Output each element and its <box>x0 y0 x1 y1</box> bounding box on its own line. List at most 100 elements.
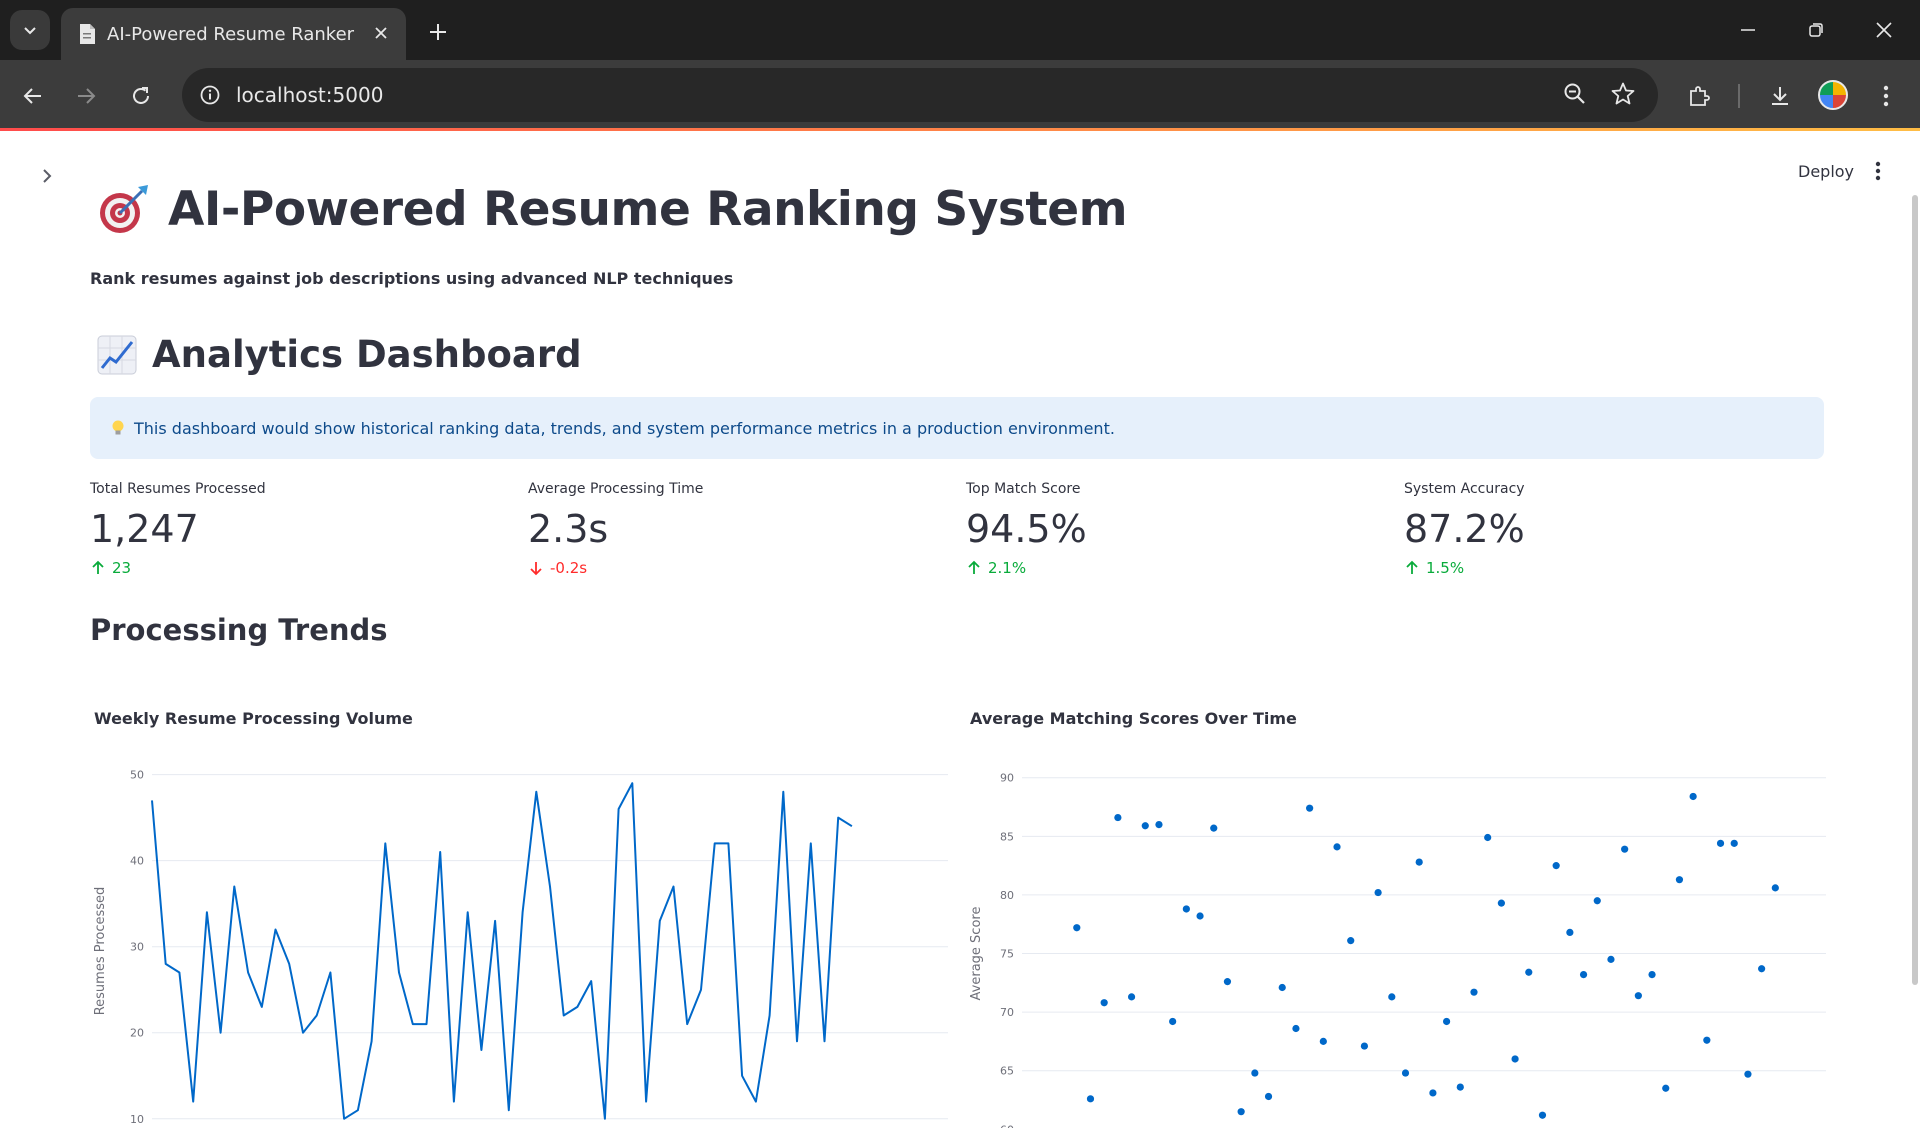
reload-button[interactable] <box>121 76 161 116</box>
address-bar[interactable]: localhost:5000 <box>182 68 1658 122</box>
bookmark-star-icon[interactable] <box>1610 81 1636 112</box>
data-point <box>1415 858 1423 866</box>
scatter-chart-title: Average Matching Scores Over Time <box>970 709 1297 728</box>
back-button[interactable] <box>13 76 53 116</box>
data-point <box>1593 897 1601 905</box>
download-icon <box>1772 87 1788 105</box>
data-point <box>1552 862 1560 870</box>
page-title-text: AI-Powered Resume Ranking System <box>168 181 1128 237</box>
data-point <box>1169 1017 1177 1026</box>
metric-delta: 2.1% <box>966 559 1366 577</box>
close-window-button[interactable] <box>1862 12 1906 48</box>
profile-avatar[interactable] <box>1818 80 1848 110</box>
browser-menu-button[interactable] <box>1866 76 1906 116</box>
data-point <box>1538 1111 1547 1119</box>
zoom-icon[interactable] <box>1562 81 1588 112</box>
y-tick-label: 80 <box>1000 889 1014 902</box>
data-point <box>1607 955 1615 963</box>
data-point <box>1360 1042 1369 1050</box>
document-icon <box>78 23 96 50</box>
metric-top-match-score: Top Match Score 94.5% 2.1% <box>966 481 1366 577</box>
metric-delta-text: 1.5% <box>1426 559 1465 577</box>
data-point <box>1744 1070 1752 1078</box>
data-point <box>1716 839 1725 847</box>
data-point <box>1401 1069 1410 1077</box>
lightbulb-icon <box>112 420 124 435</box>
y-tick-label: 50 <box>130 769 144 782</box>
page-title: AI-Powered Resume Ranking System <box>96 181 1128 237</box>
dashboard-heading-text: Analytics Dashboard <box>152 333 582 376</box>
data-point <box>1333 843 1341 851</box>
metric-delta: 1.5% <box>1404 559 1804 577</box>
app-menu-button[interactable] <box>1866 157 1890 185</box>
more-vertical-icon <box>1875 161 1881 181</box>
data-point <box>1648 970 1656 979</box>
line-chart-title: Weekly Resume Processing Volume <box>94 709 413 728</box>
y-tick-label: 60 <box>1000 1123 1014 1128</box>
data-point <box>1278 983 1286 992</box>
info-banner: This dashboard would show historical ran… <box>90 397 1824 459</box>
y-tick-label: 85 <box>1000 830 1014 843</box>
reload-icon <box>133 87 149 104</box>
data-point <box>1511 1055 1519 1063</box>
data-point <box>1086 1095 1095 1103</box>
minimize-button[interactable] <box>1726 12 1770 48</box>
browser-toolbar: localhost:5000 <box>0 60 1920 130</box>
y-axis-title: Resumes Processed <box>93 887 108 1016</box>
chart-increasing-icon <box>97 335 137 374</box>
data-point <box>1484 833 1492 842</box>
y-tick-label: 30 <box>130 941 144 954</box>
close-icon[interactable] <box>370 22 392 44</box>
data-point <box>1621 845 1629 853</box>
browser-tab-strip: AI-Powered Resume Ranker <box>0 0 1920 60</box>
dashboard-heading: Analytics Dashboard <box>96 333 582 376</box>
restore-button[interactable] <box>1794 12 1838 48</box>
y-tick-label: 70 <box>1000 1006 1014 1019</box>
toolbar-separator <box>1738 84 1740 108</box>
metric-total-resumes: Total Resumes Processed 1,247 23 <box>90 481 490 577</box>
data-point <box>1456 1083 1464 1091</box>
close-icon <box>1876 22 1892 38</box>
data-point <box>1251 1069 1259 1077</box>
metric-label: Average Processing Time <box>528 481 704 497</box>
sidebar-expand-button[interactable] <box>36 165 58 187</box>
downloads-button[interactable] <box>1760 76 1800 116</box>
metric-avg-processing-time: Average Processing Time 2.3s -0.2s <box>528 481 928 577</box>
weekly-volume-chart[interactable]: 1020304050Mar 2024May 2024Jul 2024Sep 20… <box>90 766 950 1128</box>
data-point <box>1155 820 1163 829</box>
data-point <box>1470 988 1478 996</box>
browser-tab[interactable]: AI-Powered Resume Ranker <box>61 8 406 60</box>
extensions-button[interactable] <box>1679 76 1719 116</box>
url-text[interactable]: localhost:5000 <box>236 83 383 107</box>
chevron-down-icon <box>24 27 36 35</box>
site-info-icon[interactable] <box>196 81 224 109</box>
new-tab-button[interactable] <box>422 16 454 48</box>
target-icon <box>100 185 148 233</box>
arrow-right-icon <box>78 88 96 104</box>
matching-scores-chart[interactable]: 60657075808590Jan 2024Mar 2024May 2024Ju… <box>966 766 1830 1128</box>
tab-search-button[interactable] <box>10 10 50 50</box>
data-point <box>1771 884 1779 892</box>
data-point <box>1264 1092 1273 1101</box>
data-point <box>1127 993 1136 1001</box>
data-point <box>1114 813 1122 822</box>
page-scrollbar[interactable] <box>1912 195 1918 985</box>
minimize-icon <box>1741 29 1755 31</box>
metric-label: System Accuracy <box>1404 481 1525 497</box>
metric-label: Total Resumes Processed <box>90 481 266 497</box>
data-point <box>1388 993 1396 1001</box>
metric-delta-text: 2.1% <box>988 559 1027 577</box>
deploy-button[interactable]: Deploy <box>1788 155 1864 187</box>
trends-heading: Processing Trends <box>90 613 388 647</box>
data-point <box>1223 978 1232 986</box>
restore-icon <box>1809 23 1823 37</box>
plus-icon <box>430 24 446 40</box>
app-main: Deploy AI-Powered Resume Ranking System … <box>0 131 1920 1128</box>
data-point <box>1442 1017 1451 1026</box>
more-vertical-icon <box>1883 85 1889 107</box>
data-point <box>1196 912 1204 920</box>
forward-button[interactable] <box>66 76 106 116</box>
metric-value: 87.2% <box>1404 507 1525 551</box>
data-point <box>1429 1089 1437 1097</box>
y-tick-label: 10 <box>130 1113 144 1126</box>
